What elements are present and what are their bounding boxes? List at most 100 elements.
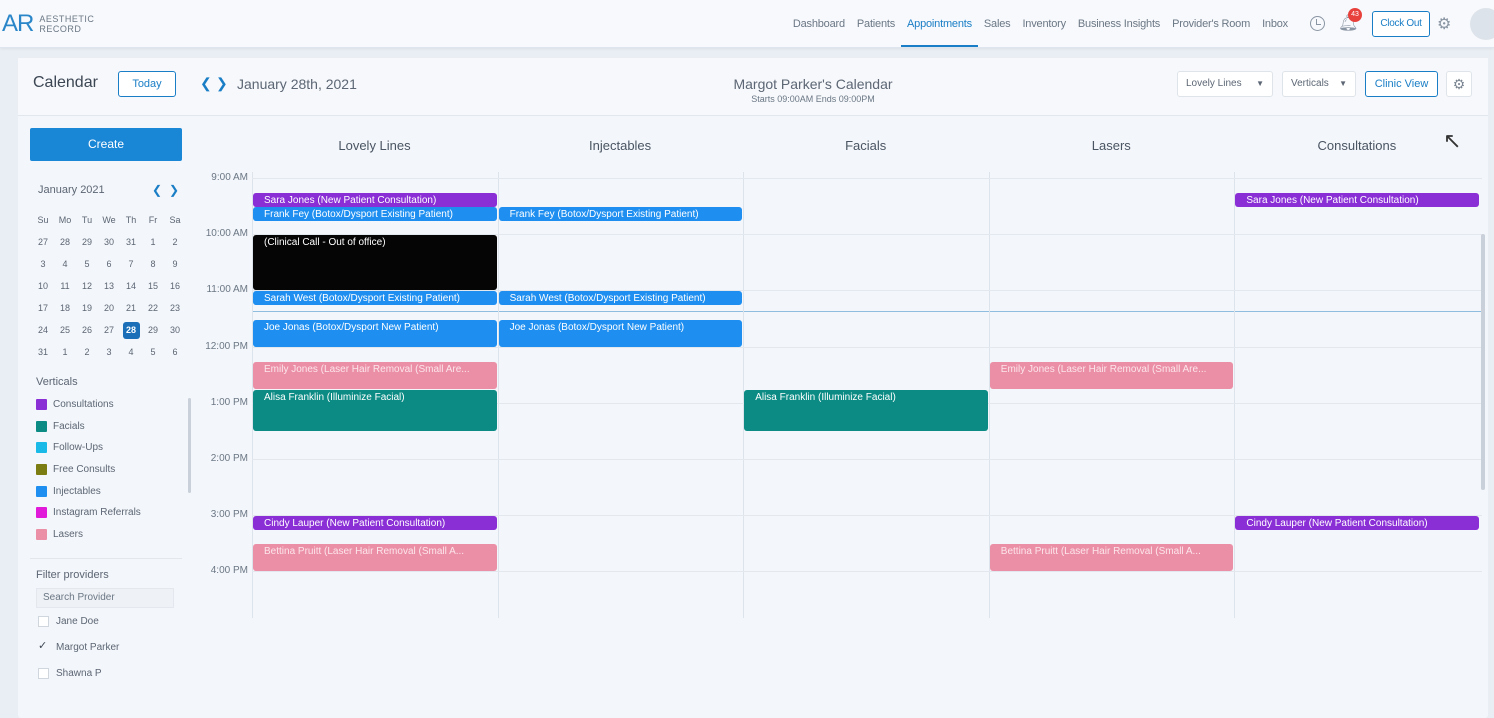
mini-calendar-day[interactable]: 2 — [164, 231, 186, 253]
nav-item-patients[interactable]: Patients — [851, 0, 901, 48]
chevron-right-icon[interactable]: ❯ — [216, 75, 228, 92]
search-provider-input[interactable]: Search Provider — [36, 588, 174, 608]
mini-calendar-day[interactable]: 9 — [164, 253, 186, 275]
appointment-event[interactable]: Joe Jonas (Botox/Dysport New Patient) — [498, 319, 743, 347]
settings-gear-icon[interactable]: ⚙ — [1437, 14, 1451, 34]
appointment-event[interactable]: Sarah West (Botox/Dysport Existing Patie… — [498, 291, 743, 306]
mini-calendar-day[interactable]: 20 — [98, 297, 120, 319]
appointment-event[interactable]: Joe Jonas (Botox/Dysport New Patient) — [253, 319, 497, 347]
mini-calendar-day[interactable]: 7 — [120, 253, 142, 275]
vertical-item[interactable]: Lasers — [36, 524, 176, 546]
vertical-item[interactable]: Free Consults — [36, 459, 176, 481]
mini-calendar-day[interactable]: 29 — [142, 319, 164, 341]
appointment-event[interactable]: Frank Fey (Botox/Dysport Existing Patien… — [498, 207, 743, 222]
mini-calendar-day[interactable]: 5 — [142, 341, 164, 363]
mini-calendar-day[interactable]: 22 — [142, 297, 164, 319]
appointment-event[interactable]: Bettina Pruitt (Laser Hair Removal (Smal… — [989, 544, 1234, 572]
vertical-item[interactable]: Facials — [36, 416, 176, 438]
appointment-event[interactable]: Cindy Lauper (New Patient Consultation) — [253, 516, 497, 531]
appointment-event[interactable]: Emily Jones (Laser Hair Removal (Small A… — [253, 361, 497, 389]
clock-out-button[interactable]: Clock Out — [1372, 11, 1430, 37]
mini-calendar-day[interactable]: 3 — [32, 253, 54, 275]
nav-item-appointments[interactable]: Appointments — [901, 0, 978, 48]
chevron-left-icon[interactable]: ❮ — [200, 75, 212, 92]
appointment-event[interactable]: Sarah West (Botox/Dysport Existing Patie… — [253, 291, 497, 306]
nav-item-sales[interactable]: Sales — [978, 0, 1017, 48]
nav-item-inbox[interactable]: Inbox — [1256, 0, 1294, 48]
mini-calendar-day[interactable]: 3 — [98, 341, 120, 363]
mini-calendar-day[interactable]: 1 — [54, 341, 76, 363]
mini-calendar-day[interactable]: 31 — [120, 231, 142, 253]
mini-calendar-day[interactable]: 16 — [164, 275, 186, 297]
user-avatar[interactable] — [1470, 8, 1494, 40]
mini-calendar-day[interactable]: 27 — [32, 231, 54, 253]
mini-calendar-day[interactable]: 10 — [32, 275, 54, 297]
mini-calendar-day[interactable]: 15 — [142, 275, 164, 297]
provider-checkbox[interactable] — [38, 668, 49, 679]
appointment-event[interactable]: Sara Jones (New Patient Consultation) — [1235, 193, 1479, 208]
mini-calendar-day[interactable]: 17 — [32, 297, 54, 319]
mini-calendar-day[interactable]: 13 — [98, 275, 120, 297]
mini-calendar-day[interactable]: 4 — [120, 341, 142, 363]
provider-item[interactable]: Jane Doe — [38, 616, 99, 627]
mini-calendar-day[interactable]: 1 — [142, 231, 164, 253]
provider-item[interactable]: Margot Parker — [38, 639, 119, 653]
mini-calendar-day[interactable]: 23 — [164, 297, 186, 319]
nav-item-dashboard[interactable]: Dashboard — [787, 0, 851, 48]
mini-calendar-day[interactable]: 24 — [32, 319, 54, 341]
mini-calendar-day[interactable]: 12 — [76, 275, 98, 297]
mini-calendar-day[interactable]: 11 — [54, 275, 76, 297]
mini-calendar-day[interactable]: 29 — [76, 231, 98, 253]
appointment-event[interactable]: (Clinical Call - Out of office) — [253, 235, 497, 291]
mini-calendar-day[interactable]: 30 — [164, 319, 186, 341]
clock-icon[interactable] — [1310, 16, 1325, 31]
mini-calendar-day[interactable]: 4 — [54, 253, 76, 275]
clinic-view-button[interactable]: Clinic View — [1365, 71, 1438, 97]
mini-calendar-day[interactable]: 28 — [120, 319, 142, 341]
provider-item[interactable]: Shawna P — [38, 668, 102, 679]
group-dropdown[interactable]: Verticals ▼ — [1282, 71, 1356, 97]
vertical-item[interactable]: Consultations — [36, 394, 176, 416]
mini-calendar-day[interactable]: 27 — [98, 319, 120, 341]
location-dropdown[interactable]: Lovely Lines ▼ — [1177, 71, 1273, 97]
mini-calendar-day[interactable]: 30 — [98, 231, 120, 253]
appointment-event[interactable]: Frank Fey (Botox/Dysport Existing Patien… — [253, 207, 497, 222]
mini-calendar-day[interactable]: 2 — [76, 341, 98, 363]
appointment-event[interactable]: Sara Jones (New Patient Consultation) — [253, 193, 497, 208]
mini-calendar-day[interactable]: 14 — [120, 275, 142, 297]
mini-calendar-day[interactable]: 8 — [142, 253, 164, 275]
mini-calendar-day[interactable]: 18 — [54, 297, 76, 319]
appointment-event[interactable]: Emily Jones (Laser Hair Removal (Small A… — [989, 361, 1234, 389]
appointment-event[interactable]: Alisa Franklin (Illuminize Facial) — [744, 389, 988, 431]
mini-calendar-day[interactable]: 28 — [54, 231, 76, 253]
calendar-scrollbar[interactable] — [1481, 234, 1485, 490]
selected-day[interactable]: 28 — [122, 322, 140, 339]
mini-calendar-day[interactable]: 19 — [76, 297, 98, 319]
appointment-event[interactable]: Cindy Lauper (New Patient Consultation) — [1235, 516, 1479, 531]
vertical-item[interactable]: Instagram Referrals — [36, 502, 176, 524]
mini-calendar-day[interactable]: 31 — [32, 341, 54, 363]
create-button[interactable]: Create — [30, 128, 182, 161]
mini-calendar-day[interactable]: 5 — [76, 253, 98, 275]
mini-calendar-day[interactable]: 25 — [54, 319, 76, 341]
app-logo[interactable]: AR AESTHETIC RECORD — [2, 10, 94, 38]
mini-chevron-right-icon[interactable]: ❯ — [169, 183, 179, 197]
nav-item-inventory[interactable]: Inventory — [1016, 0, 1071, 48]
mini-calendar-day[interactable]: 21 — [120, 297, 142, 319]
mini-calendar-day[interactable]: 6 — [98, 253, 120, 275]
provider-checkbox[interactable] — [38, 616, 49, 627]
mini-chevron-left-icon[interactable]: ❮ — [152, 183, 162, 197]
calendar-settings-gear-icon[interactable]: ⚙ — [1446, 71, 1472, 97]
provider-checkbox[interactable] — [38, 639, 49, 653]
nav-item-provider-s-room[interactable]: Provider's Room — [1166, 0, 1256, 48]
verticals-scrollbar[interactable] — [188, 398, 191, 493]
mini-calendar-day[interactable]: 6 — [164, 341, 186, 363]
appointment-event[interactable]: Alisa Franklin (Illuminize Facial) — [253, 389, 497, 431]
nav-item-business-insights[interactable]: Business Insights — [1072, 0, 1166, 48]
vertical-item[interactable]: Injectables — [36, 480, 176, 502]
appointment-event[interactable]: Bettina Pruitt (Laser Hair Removal (Smal… — [253, 544, 497, 572]
vertical-item[interactable]: Follow-Ups — [36, 437, 176, 459]
mini-calendar-day[interactable]: 26 — [76, 319, 98, 341]
today-button[interactable]: Today — [118, 71, 176, 97]
vertical-swatch — [36, 420, 47, 432]
